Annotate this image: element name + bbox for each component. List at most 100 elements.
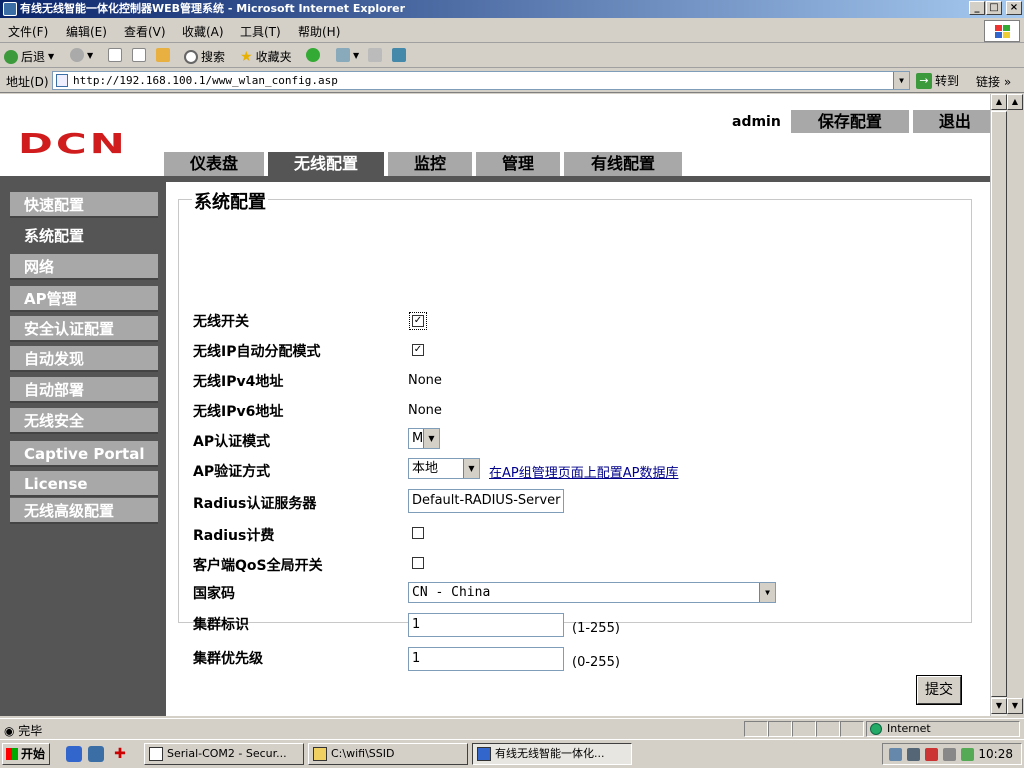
start-button[interactable]: 开始 — [2, 743, 50, 765]
cluster-id-label: 集群标识 — [193, 617, 249, 633]
chevron-down-icon: ▼ — [759, 583, 775, 602]
ip-auto-mode-label: 无线IP自动分配模式 — [193, 344, 321, 360]
scroll-down-icon[interactable]: ▼ — [991, 698, 1007, 714]
search-button[interactable]: 搜索 — [184, 48, 225, 65]
menu-view[interactable]: 查看(V) — [124, 23, 166, 40]
taskbar-item-serial[interactable]: Serial-COM2 - Secur... — [144, 743, 304, 765]
print-button[interactable] — [368, 48, 382, 62]
scroll-down-icon[interactable]: ▼ — [1007, 698, 1023, 714]
volume-icon[interactable] — [889, 748, 902, 761]
user-name: admin — [732, 113, 781, 130]
dcn-logo: DCN — [18, 127, 128, 160]
sidebar-item-auto-discovery[interactable]: 自动发现 — [10, 346, 158, 372]
clock: 10:28 — [978, 747, 1013, 761]
tab-monitor[interactable]: 监控 — [388, 152, 472, 176]
menu-file[interactable]: 文件(F) — [8, 23, 48, 40]
save-config-button[interactable]: 保存配置 — [790, 110, 909, 133]
wireless-switch-checkbox[interactable]: ✓ — [409, 312, 427, 330]
radius-billing-label: Radius计费 — [193, 528, 275, 544]
cluster-id-input[interactable]: 1 — [408, 613, 564, 637]
tool-icon[interactable] — [925, 748, 938, 761]
cluster-priority-range: (0-255) — [572, 655, 620, 670]
menu-tools[interactable]: 工具(T) — [240, 23, 281, 40]
stop-button[interactable] — [108, 48, 122, 62]
main-nav: 仪表盘 无线配置 监控 管理 有线配置 — [164, 152, 686, 176]
sidebar-item-system-config[interactable]: 系统配置 — [10, 223, 158, 249]
sidebar-item-advanced-wireless[interactable]: 无线高级配置 — [10, 498, 158, 524]
app-icon[interactable] — [961, 748, 974, 761]
go-button[interactable]: → 转到 — [916, 72, 959, 89]
taskbar-item-folder[interactable]: C:\wifi\SSID — [308, 743, 468, 765]
cluster-priority-input[interactable]: 1 — [408, 647, 564, 671]
links-button[interactable]: 链接 » — [976, 73, 1011, 90]
ap-auth-mode-select[interactable]: M. ▼ — [408, 428, 440, 449]
sidebar-item-wireless-security[interactable]: 无线安全 — [10, 408, 158, 434]
menu-edit[interactable]: 编辑(E) — [66, 23, 107, 40]
back-button[interactable]: 后退 ▼ — [4, 48, 54, 65]
sidebar-item-captive-portal[interactable]: Captive Portal — [10, 441, 158, 467]
radius-billing-checkbox[interactable] — [412, 527, 424, 539]
sidebar-item-auto-deploy[interactable]: 自动部署 — [10, 377, 158, 403]
mail-button[interactable]: ▼ — [336, 48, 359, 62]
address-dropdown-button[interactable]: ▼ — [893, 72, 909, 89]
ip-auto-mode-checkbox[interactable]: ✓ — [412, 344, 424, 356]
forward-button[interactable]: ▼ — [70, 48, 93, 62]
favorites-button[interactable]: ★ 收藏夹 — [240, 48, 292, 65]
tab-management[interactable]: 管理 — [476, 152, 560, 176]
network-icon[interactable] — [907, 748, 920, 761]
refresh-icon — [132, 48, 146, 62]
mail-icon — [336, 48, 350, 62]
tab-dashboard[interactable]: 仪表盘 — [164, 152, 264, 176]
menu-help[interactable]: 帮助(H) — [298, 23, 340, 40]
ap-verify-label: AP验证方式 — [193, 464, 271, 480]
address-input[interactable]: http://192.168.100.1/www_wlan_config.asp… — [52, 71, 910, 90]
menu-favorites[interactable]: 收藏(A) — [182, 23, 224, 40]
sidebar-item-license[interactable]: License — [10, 471, 158, 497]
window-scrollbar[interactable]: ▲ ▼ — [1007, 94, 1024, 716]
ipv4-value: None — [408, 373, 442, 388]
cluster-priority-label: 集群优先级 — [193, 651, 263, 667]
network-quicklaunch-icon[interactable]: ✚ — [112, 746, 128, 762]
ie-quicklaunch-icon[interactable] — [88, 746, 104, 762]
logout-button[interactable]: 退出 — [912, 110, 990, 133]
country-code-select[interactable]: CN - China ▼ — [408, 582, 776, 603]
taskbar: 开始 ✚ Serial-COM2 - Secur... C:\wifi\SSID… — [0, 739, 1024, 768]
refresh-button[interactable] — [132, 48, 146, 62]
browser-toolbar: 后退 ▼ ▼ 搜索 ★ 收藏夹 ▼ — [0, 44, 1024, 68]
media-button[interactable] — [306, 48, 320, 62]
radius-server-input[interactable]: Default-RADIUS-Server — [408, 489, 564, 513]
ap-group-link[interactable]: 在AP组管理页面上配置AP数据库 — [489, 462, 678, 481]
scroll-up-icon[interactable]: ▲ — [1007, 94, 1023, 110]
sidebar: 快速配置 系统配置 网络 AP管理 安全认证配置 自动发现 自动部署 无线安全 … — [0, 182, 166, 716]
sidebar-item-quick-config[interactable]: 快速配置 — [10, 192, 158, 218]
windows-logo-icon — [984, 20, 1020, 42]
ie-quicklaunch-icon[interactable] — [66, 746, 82, 762]
radius-server-label: Radius认证服务器 — [193, 496, 317, 512]
close-button[interactable]: × — [1006, 1, 1022, 15]
ap-verify-select[interactable]: 本地 ▼ — [408, 458, 480, 479]
printer-icon — [368, 48, 382, 62]
country-code-label: 国家码 — [193, 586, 235, 602]
folder-icon — [313, 747, 327, 761]
scroll-up-icon[interactable]: ▲ — [991, 94, 1007, 110]
taskbar-item-browser[interactable]: 有线无线智能一体化... — [472, 743, 632, 765]
ie-icon — [3, 2, 17, 16]
tab-wired-config[interactable]: 有线配置 — [564, 152, 682, 176]
monitor-icon[interactable] — [943, 748, 956, 761]
scroll-thumb[interactable] — [991, 111, 1007, 697]
minimize-button[interactable]: _ — [969, 1, 985, 15]
globe-icon — [870, 723, 882, 735]
header-actions: admin 保存配置 退出 — [732, 110, 990, 133]
sidebar-item-ap-management[interactable]: AP管理 — [10, 286, 158, 312]
cluster-id-range: (1-255) — [572, 621, 620, 636]
qos-switch-checkbox[interactable] — [412, 557, 424, 569]
tab-wireless-config[interactable]: 无线配置 — [268, 152, 384, 176]
home-button[interactable] — [156, 48, 170, 62]
edit-button[interactable] — [392, 48, 406, 62]
page-scrollbar[interactable]: ▲ ▼ — [990, 94, 1007, 716]
submit-button[interactable]: 提交 — [917, 676, 961, 704]
sidebar-item-security-auth[interactable]: 安全认证配置 — [10, 316, 158, 342]
maximize-button[interactable]: □ — [986, 1, 1002, 15]
search-icon — [184, 49, 198, 64]
sidebar-item-network[interactable]: 网络 — [10, 254, 158, 280]
